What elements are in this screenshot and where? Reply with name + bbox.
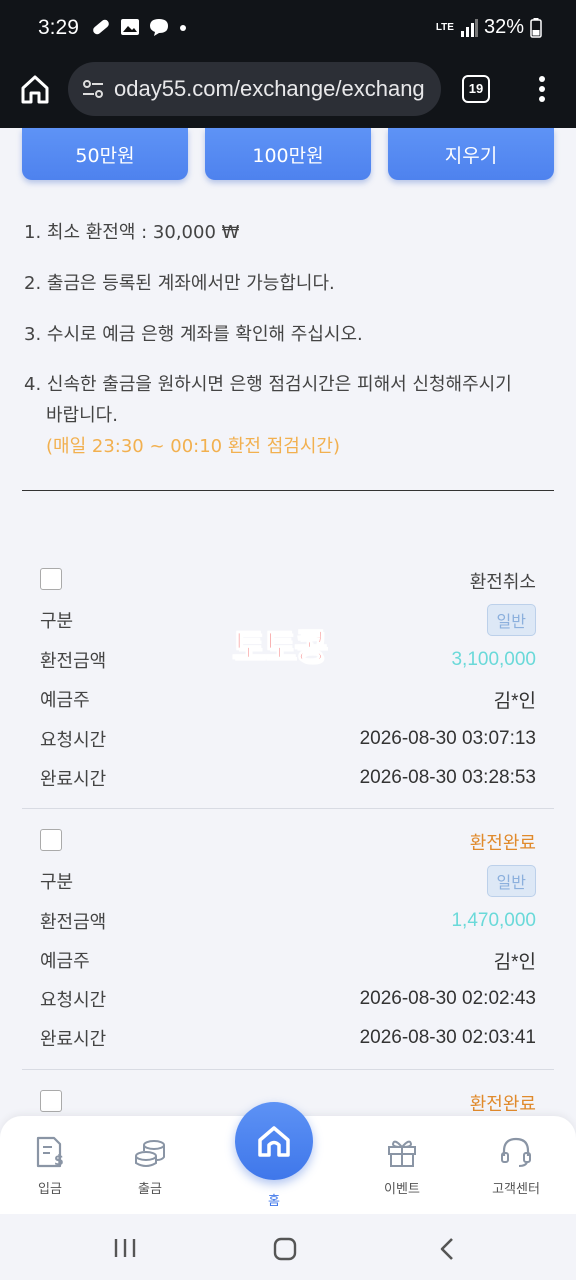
record-row-completed: 완료시간 2026-08-30 02:03:41 [40, 1027, 536, 1050]
record-checkbox[interactable] [40, 1090, 62, 1112]
maintenance-warning: (매일 23:30 ~ 00:10 환전 점검시간) [46, 436, 340, 457]
record-separator [22, 808, 554, 809]
chat-bubble-icon [150, 19, 168, 36]
record-row-type: 구분 일반 [40, 865, 536, 897]
nav-withdraw[interactable]: 출금 [100, 1134, 200, 1197]
nav-home-button[interactable] [235, 1102, 313, 1180]
record-row-holder: 예금주 김*인 [40, 690, 536, 712]
site-settings-icon[interactable] [80, 76, 106, 102]
url-bar[interactable]: oday55.com/exchange/exchang [68, 62, 441, 116]
notice-item: 4. 신속한 출금을 원하시면 은행 점검시간은 피해서 신청해주시기 바랍니다… [24, 374, 512, 457]
dot-icon [180, 25, 186, 31]
notice-item: 1. 최소 환전액 : 30,000 ₩ [24, 222, 240, 243]
record-checkbox[interactable] [40, 568, 62, 590]
browser-home-icon[interactable] [18, 72, 52, 106]
status-right: LTE 32% [436, 16, 542, 39]
home-icon [258, 1126, 290, 1157]
notice-continuation: 바랍니다. [46, 405, 118, 426]
clear-button[interactable]: 지우기 [388, 128, 554, 180]
amount-500k-button[interactable]: 50만원 [22, 128, 188, 180]
nav-support[interactable]: 고객센터 [466, 1134, 566, 1197]
recent-apps-icon[interactable] [112, 1236, 138, 1260]
nav-home-label: 홈 [268, 1194, 280, 1209]
record-status: 환전완료 [469, 833, 536, 854]
amount-button-row: 50만원 100만원 지우기 [22, 128, 554, 180]
record-status: 환전취소 [469, 572, 536, 593]
status-icons [90, 16, 188, 38]
nav-deposit[interactable]: $ 입금 [0, 1134, 100, 1197]
svg-text:$: $ [54, 1153, 64, 1169]
amount-1m-button[interactable]: 100만원 [205, 128, 371, 180]
record-separator [22, 1069, 554, 1070]
gift-icon [388, 1140, 416, 1167]
status-time: 3:29 [38, 16, 79, 39]
url-text[interactable]: oday55.com/exchange/exchang [114, 76, 434, 102]
record-row-requested: 요청시간 2026-08-30 02:02:43 [40, 988, 536, 1011]
tab-switcher-button[interactable]: 19 [462, 75, 490, 103]
record-checkbox[interactable] [40, 829, 62, 851]
type-badge: 일반 [486, 604, 536, 636]
section-divider [22, 490, 554, 491]
system-navigation-bar [0, 1214, 576, 1280]
battery-percent: 32% [483, 16, 524, 38]
battery-icon [530, 17, 542, 38]
browser-chrome: 3:29 LTE 32% oday55.com/exchange/exchang… [0, 0, 576, 128]
pill-icon [93, 19, 109, 35]
record-row-completed: 완료시간 2026-08-30 03:28:53 [40, 767, 536, 790]
type-badge: 일반 [486, 865, 536, 897]
deposit-icon: $ [36, 1136, 64, 1169]
gallery-icon [121, 19, 139, 35]
network-label: LTE [435, 21, 454, 33]
status-bar: 3:29 LTE 32% [0, 0, 576, 58]
record-row-requested: 요청시간 2026-08-30 03:07:13 [40, 728, 536, 751]
more-menu-icon[interactable] [534, 74, 550, 104]
watermark-text: 토토콩 [231, 626, 328, 669]
back-icon[interactable] [436, 1236, 458, 1262]
record-row-amount: 환전금액 1,470,000 [40, 910, 536, 933]
system-home-icon[interactable] [272, 1236, 298, 1262]
notice-item: 3. 수시로 예금 은행 계좌를 확인해 주십시오. [24, 324, 363, 345]
coins-icon [135, 1140, 165, 1167]
record-row-holder: 예금주 김*인 [40, 951, 536, 973]
notice-item: 2. 출금은 등록된 계좌에서만 가능합니다. [24, 273, 335, 294]
nav-event[interactable]: 이벤트 [352, 1134, 452, 1197]
signal-icon [460, 18, 478, 37]
headset-icon [501, 1137, 531, 1167]
record-status: 환전완료 [469, 1094, 536, 1115]
